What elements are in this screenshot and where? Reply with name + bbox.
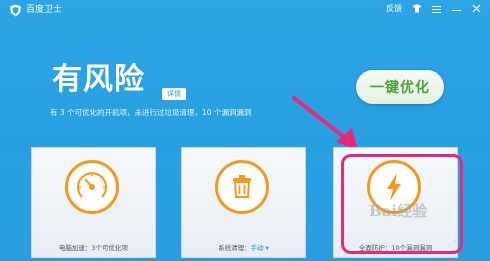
risk-status-headline: 有风险 — [52, 62, 145, 97]
system-cleanup-label: 系统清理：手动 ▾ — [182, 242, 305, 252]
trash-ring — [215, 160, 269, 214]
speedometer-ring — [65, 160, 119, 214]
shirt-skin-icon[interactable] — [411, 3, 422, 14]
system-cleanup-card[interactable]: 系统清理：手动 ▾ — [181, 147, 306, 258]
system-cleanup-label-text: 系统清理： — [218, 244, 251, 252]
speedometer-icon — [77, 172, 107, 198]
close-icon[interactable] — [471, 3, 482, 14]
app-window: 百度卫士 反馈 有风险 详情 有 3 个可优化的开机项，未进行过垃圾清理，10 … — [0, 0, 490, 261]
watermark: Bai经验 — [369, 202, 428, 220]
menu-icon[interactable] — [431, 3, 442, 14]
pc-speedup-label: 电脑加速：3个可优化项 — [58, 244, 129, 252]
window-controls: 反馈 — [386, 3, 482, 14]
title-bar: 百度卫士 反馈 — [0, 0, 490, 22]
feedback-link[interactable]: 反馈 — [386, 3, 402, 14]
pc-speedup-card[interactable]: 电脑加速：3个可优化项 — [31, 147, 156, 258]
manual-mode-dropdown[interactable]: 手动 ▾ — [251, 244, 269, 252]
annotation-arrow-icon — [292, 96, 358, 150]
risk-description: 有 3 个可优化的开机项，未进行过垃圾清理，10 个漏洞漏洞 — [50, 108, 252, 117]
shield-logo-icon — [10, 4, 21, 17]
minimize-icon[interactable] — [451, 3, 462, 14]
app-title: 百度卫士 — [26, 5, 63, 15]
trash-can-icon — [233, 175, 251, 198]
detail-link[interactable]: 详情 — [162, 88, 186, 100]
